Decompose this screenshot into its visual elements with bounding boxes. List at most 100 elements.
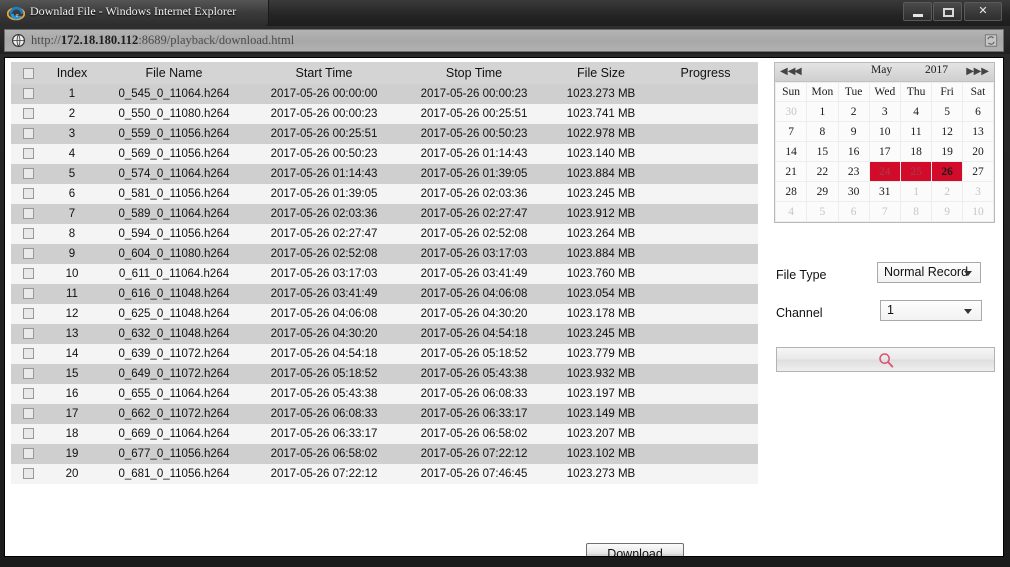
- table-row[interactable]: 15 0_649_0_11072.h264 2017-05-26 05:18:52 2…: [11, 364, 758, 384]
- table-row[interactable]: 19 0_677_0_11056.h264 2017-05-26 06:58:02 2…: [11, 444, 758, 464]
- calendar-day[interactable]: 30: [774, 101, 808, 122]
- refresh-icon[interactable]: [984, 33, 998, 48]
- row-checkbox[interactable]: [22, 188, 34, 200]
- calendar-day[interactable]: 3: [868, 101, 901, 122]
- calendar-day[interactable]: 22: [806, 161, 839, 182]
- calendar-day[interactable]: 28: [774, 181, 808, 202]
- row-checkbox[interactable]: [22, 408, 34, 420]
- row-checkbox[interactable]: [22, 208, 34, 220]
- calendar-day[interactable]: 2: [837, 101, 870, 122]
- table-row[interactable]: 11 0_616_0_11048.h264 2017-05-26 03:41:49 2…: [11, 284, 758, 304]
- calendar-day[interactable]: 12: [931, 121, 963, 142]
- table-row[interactable]: 12 0_625_0_11048.h264 2017-05-26 04:06:08 2…: [11, 304, 758, 324]
- calendar-day[interactable]: 27: [962, 161, 994, 182]
- calendar-day[interactable]: 10: [868, 121, 901, 142]
- calendar-day[interactable]: 1: [899, 181, 933, 202]
- row-checkbox[interactable]: [22, 248, 34, 260]
- calendar-day[interactable]: 6: [837, 201, 870, 222]
- maximize-button[interactable]: [933, 2, 962, 21]
- address-input[interactable]: http://172.18.180.112:8689/playback/down…: [4, 29, 1004, 52]
- table-row[interactable]: 20 0_681_0_11056.h264 2017-05-26 07:22:12 2…: [11, 464, 758, 484]
- calendar-next-year-icon[interactable]: ▶▶: [974, 65, 989, 79]
- table-row[interactable]: 17 0_662_0_11072.h264 2017-05-26 06:08:33 2…: [11, 404, 758, 424]
- calendar-day[interactable]: 7: [774, 121, 808, 142]
- download-button-row: Download: [11, 540, 758, 556]
- row-checkbox[interactable]: [22, 468, 34, 480]
- table-row[interactable]: 5 0_574_0_11064.h264 2017-05-26 01:14:43 20…: [11, 164, 758, 184]
- table-row[interactable]: 10 0_611_0_11064.h264 2017-05-26 03:17:03 2…: [11, 264, 758, 284]
- table-row[interactable]: 6 0_581_0_11056.h264 2017-05-26 01:39:05 20…: [11, 184, 758, 204]
- calendar-day[interactable]: 23: [837, 161, 870, 182]
- row-checkbox[interactable]: [22, 168, 34, 180]
- table-row[interactable]: 13 0_632_0_11048.h264 2017-05-26 04:30:20 2…: [11, 324, 758, 344]
- calendar-day[interactable]: 1: [806, 101, 839, 122]
- calendar-month-label[interactable]: May: [871, 64, 892, 76]
- row-checkbox[interactable]: [22, 108, 34, 120]
- calendar-day[interactable]: 13: [962, 121, 994, 142]
- row-checkbox[interactable]: [22, 348, 34, 360]
- calendar-prev-month-icon[interactable]: ◀: [794, 65, 802, 79]
- calendar-day[interactable]: 18: [899, 141, 933, 162]
- table-row[interactable]: 8 0_594_0_11056.h264 2017-05-26 02:27:47 20…: [11, 224, 758, 244]
- calendar-day[interactable]: 2: [931, 181, 963, 202]
- row-checkbox[interactable]: [22, 328, 34, 340]
- table-row[interactable]: 2 0_550_0_11080.h264 2017-05-26 00:00:23 20…: [11, 104, 758, 124]
- file-type-select[interactable]: Normal Record: [877, 262, 981, 283]
- calendar-year-label[interactable]: 2017: [925, 64, 948, 76]
- calendar-day[interactable]: 5: [806, 201, 839, 222]
- table-row[interactable]: 4 0_569_0_11056.h264 2017-05-26 00:50:23 20…: [11, 144, 758, 164]
- row-checkbox[interactable]: [22, 88, 34, 100]
- calendar-day[interactable]: 31: [868, 181, 901, 202]
- table-row[interactable]: 16 0_655_0_11064.h264 2017-05-26 05:43:38 2…: [11, 384, 758, 404]
- calendar-day[interactable]: 8: [806, 121, 839, 142]
- calendar-day-selected[interactable]: 26: [931, 161, 963, 182]
- calendar-day[interactable]: 10: [962, 201, 994, 222]
- table-row[interactable]: 7 0_589_0_11064.h264 2017-05-26 02:03:36 20…: [11, 204, 758, 224]
- calendar-day[interactable]: 30: [837, 181, 870, 202]
- window-title-tab[interactable]: e Downlad File - Windows Internet Explor…: [0, 0, 269, 26]
- calendar-day[interactable]: 9: [837, 121, 870, 142]
- row-checkbox[interactable]: [22, 268, 34, 280]
- calendar-day-has-recording[interactable]: 25: [899, 161, 933, 182]
- calendar-day-has-recording[interactable]: 24: [868, 161, 901, 182]
- calendar-day[interactable]: 16: [837, 141, 870, 162]
- calendar-day[interactable]: 29: [806, 181, 839, 202]
- row-checkbox[interactable]: [22, 388, 34, 400]
- channel-select[interactable]: 1: [880, 300, 982, 321]
- calendar-day[interactable]: 14: [774, 141, 808, 162]
- calendar-day[interactable]: 6: [962, 101, 994, 122]
- row-checkbox[interactable]: [22, 308, 34, 320]
- row-checkbox[interactable]: [22, 128, 34, 140]
- calendar-day[interactable]: 7: [868, 201, 901, 222]
- calendar-day[interactable]: 8: [899, 201, 933, 222]
- search-button[interactable]: [776, 347, 995, 372]
- row-checkbox[interactable]: [22, 288, 34, 300]
- row-checkbox[interactable]: [22, 368, 34, 380]
- calendar-day[interactable]: 17: [868, 141, 901, 162]
- table-row[interactable]: 9 0_604_0_11080.h264 2017-05-26 02:52:08 20…: [11, 244, 758, 264]
- row-select-cell: [11, 404, 45, 424]
- calendar-day[interactable]: 20: [962, 141, 994, 162]
- calendar-day[interactable]: 9: [931, 201, 963, 222]
- calendar-day[interactable]: 11: [899, 121, 933, 142]
- download-button[interactable]: Download: [586, 543, 684, 556]
- calendar-day[interactable]: 3: [962, 181, 994, 202]
- table-row[interactable]: 14 0_639_0_11072.h264 2017-05-26 04:54:18 2…: [11, 344, 758, 364]
- calendar-day[interactable]: 15: [806, 141, 839, 162]
- calendar-day[interactable]: 4: [774, 201, 808, 222]
- minimize-button[interactable]: [903, 2, 932, 21]
- select-all-checkbox[interactable]: [22, 68, 34, 80]
- row-checkbox[interactable]: [22, 148, 34, 160]
- calendar-day[interactable]: 19: [931, 141, 963, 162]
- row-checkbox[interactable]: [22, 448, 34, 460]
- table-row[interactable]: 18 0_669_0_11064.h264 2017-05-26 06:33:17 2…: [11, 424, 758, 444]
- table-row[interactable]: 3 0_559_0_11056.h264 2017-05-26 00:25:51 20…: [11, 124, 758, 144]
- calendar-day[interactable]: 4: [899, 101, 933, 122]
- close-button[interactable]: ✕: [964, 2, 1002, 21]
- calendar-day[interactable]: 21: [774, 161, 808, 182]
- row-checkbox[interactable]: [22, 228, 34, 240]
- row-file-name: 0_625_0_11048.h264: [99, 304, 249, 324]
- row-checkbox[interactable]: [22, 428, 34, 440]
- table-row[interactable]: 1 0_545_0_11064.h264 2017-05-26 00:00:00 20…: [11, 84, 758, 104]
- calendar-day[interactable]: 5: [931, 101, 963, 122]
